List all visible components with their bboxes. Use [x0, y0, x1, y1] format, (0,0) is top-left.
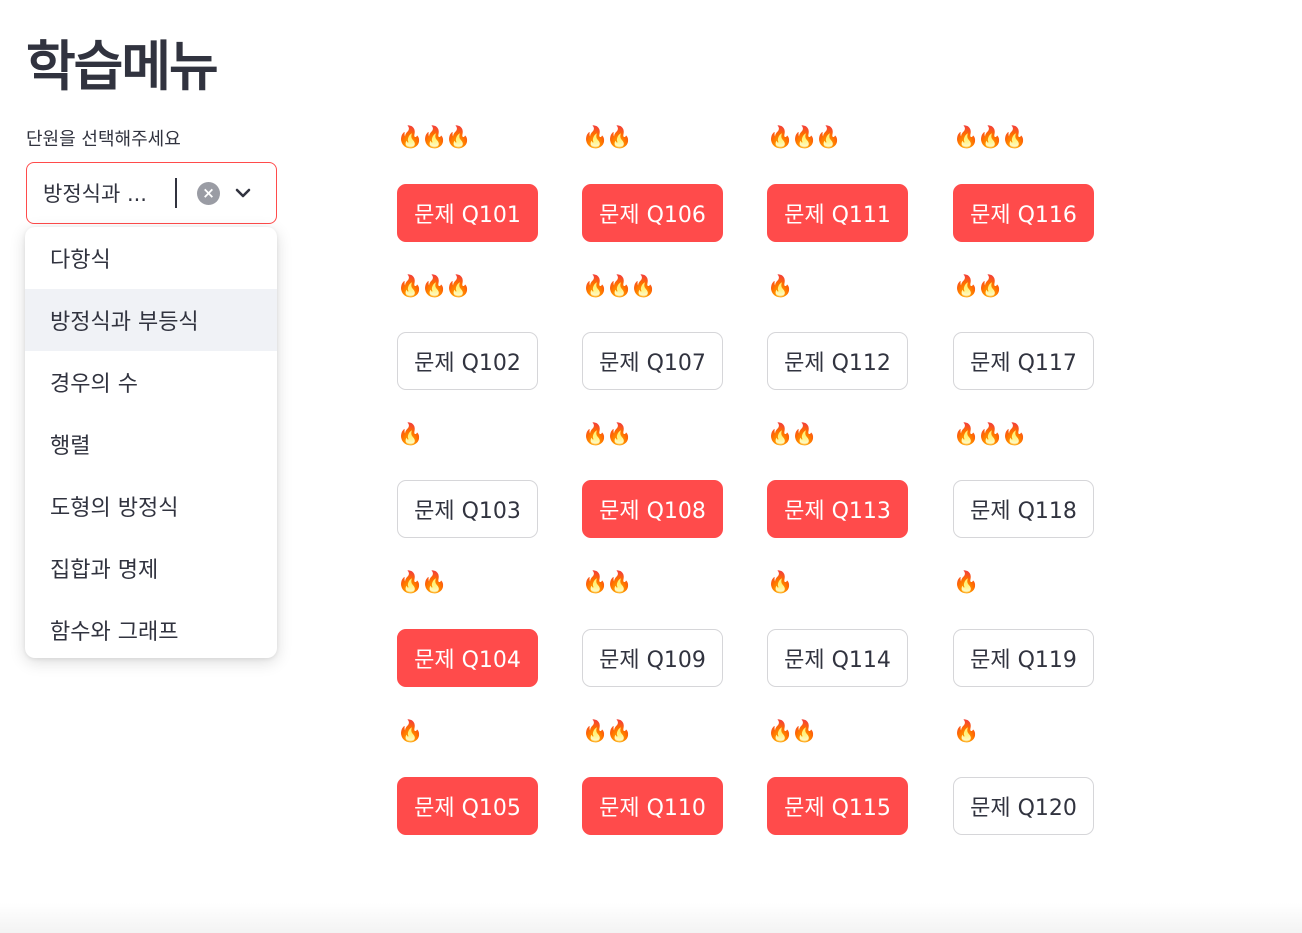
chevron-down-icon[interactable] [234, 184, 252, 202]
difficulty-flame-icon: 🔥🔥 [582, 719, 632, 743]
select-divider [175, 178, 177, 208]
difficulty-flame-icon: 🔥🔥 [582, 125, 632, 149]
problem-button[interactable]: 문제 Q103 [397, 480, 538, 538]
problem-button[interactable]: 문제 Q102 [397, 332, 538, 390]
problem-button[interactable]: 문제 Q112 [767, 332, 908, 390]
problem-button[interactable]: 문제 Q110 [582, 777, 723, 835]
page-title: 학습메뉴 [26, 35, 219, 98]
problem-button[interactable]: 문제 Q104 [397, 629, 538, 687]
difficulty-flame-icon: 🔥🔥 [767, 422, 817, 446]
page: 학습메뉴 단원을 선택해주세요 방정식과 ... × 다항식 방정식과 부등식 … [0, 0, 1302, 933]
option-equations-inequalities[interactable]: 방정식과 부등식 [25, 289, 277, 351]
option-sets-propositions[interactable]: 집합과 명제 [25, 537, 277, 599]
difficulty-flame-icon: 🔥🔥🔥 [582, 274, 656, 298]
option-counting[interactable]: 경우의 수 [25, 351, 277, 413]
unit-select[interactable]: 방정식과 ... × [26, 162, 277, 224]
difficulty-flame-icon: 🔥 [397, 422, 423, 446]
problem-button[interactable]: 문제 Q113 [767, 480, 908, 538]
difficulty-flame-icon: 🔥🔥 [397, 570, 447, 594]
problem-button[interactable]: 문제 Q105 [397, 777, 538, 835]
problem-button[interactable]: 문제 Q116 [953, 184, 1094, 242]
problem-button[interactable]: 문제 Q108 [582, 480, 723, 538]
difficulty-flame-icon: 🔥🔥 [767, 719, 817, 743]
clear-icon[interactable]: × [197, 181, 220, 205]
unit-select-label: 단원을 선택해주세요 [26, 129, 181, 150]
option-functions-graphs[interactable]: 함수와 그래프 [25, 599, 277, 661]
problem-button[interactable]: 문제 Q106 [582, 184, 723, 242]
unit-select-value: 방정식과 ... [43, 182, 147, 206]
difficulty-flame-icon: 🔥🔥🔥 [953, 125, 1027, 149]
bottom-fade [0, 903, 1302, 933]
problem-button[interactable]: 문제 Q120 [953, 777, 1094, 835]
option-figure-equations[interactable]: 도형의 방정식 [25, 475, 277, 537]
difficulty-flame-icon: 🔥🔥🔥 [397, 274, 471, 298]
problem-button[interactable]: 문제 Q109 [582, 629, 723, 687]
difficulty-flame-icon: 🔥🔥 [953, 274, 1003, 298]
difficulty-flame-icon: 🔥 [767, 570, 793, 594]
problem-button[interactable]: 문제 Q111 [767, 184, 908, 242]
option-matrix[interactable]: 행렬 [25, 413, 277, 475]
unit-dropdown-menu: 다항식 방정식과 부등식 경우의 수 행렬 도형의 방정식 집합과 명제 함수와… [25, 227, 277, 658]
difficulty-flame-icon: 🔥🔥 [582, 422, 632, 446]
problem-button[interactable]: 문제 Q119 [953, 629, 1094, 687]
difficulty-flame-icon: 🔥 [953, 719, 979, 743]
difficulty-flame-icon: 🔥 [397, 719, 423, 743]
difficulty-flame-icon: 🔥 [767, 274, 793, 298]
difficulty-flame-icon: 🔥🔥🔥 [767, 125, 841, 149]
problem-button[interactable]: 문제 Q118 [953, 480, 1094, 538]
difficulty-flame-icon: 🔥🔥🔥 [397, 125, 471, 149]
difficulty-flame-icon: 🔥🔥🔥 [953, 422, 1027, 446]
problem-button[interactable]: 문제 Q115 [767, 777, 908, 835]
difficulty-flame-icon: 🔥 [953, 570, 979, 594]
option-polynomial[interactable]: 다항식 [25, 227, 277, 289]
difficulty-flame-icon: 🔥🔥 [582, 570, 632, 594]
problem-button[interactable]: 문제 Q117 [953, 332, 1094, 390]
problem-button[interactable]: 문제 Q101 [397, 184, 538, 242]
problem-button[interactable]: 문제 Q114 [767, 629, 908, 687]
problem-button[interactable]: 문제 Q107 [582, 332, 723, 390]
